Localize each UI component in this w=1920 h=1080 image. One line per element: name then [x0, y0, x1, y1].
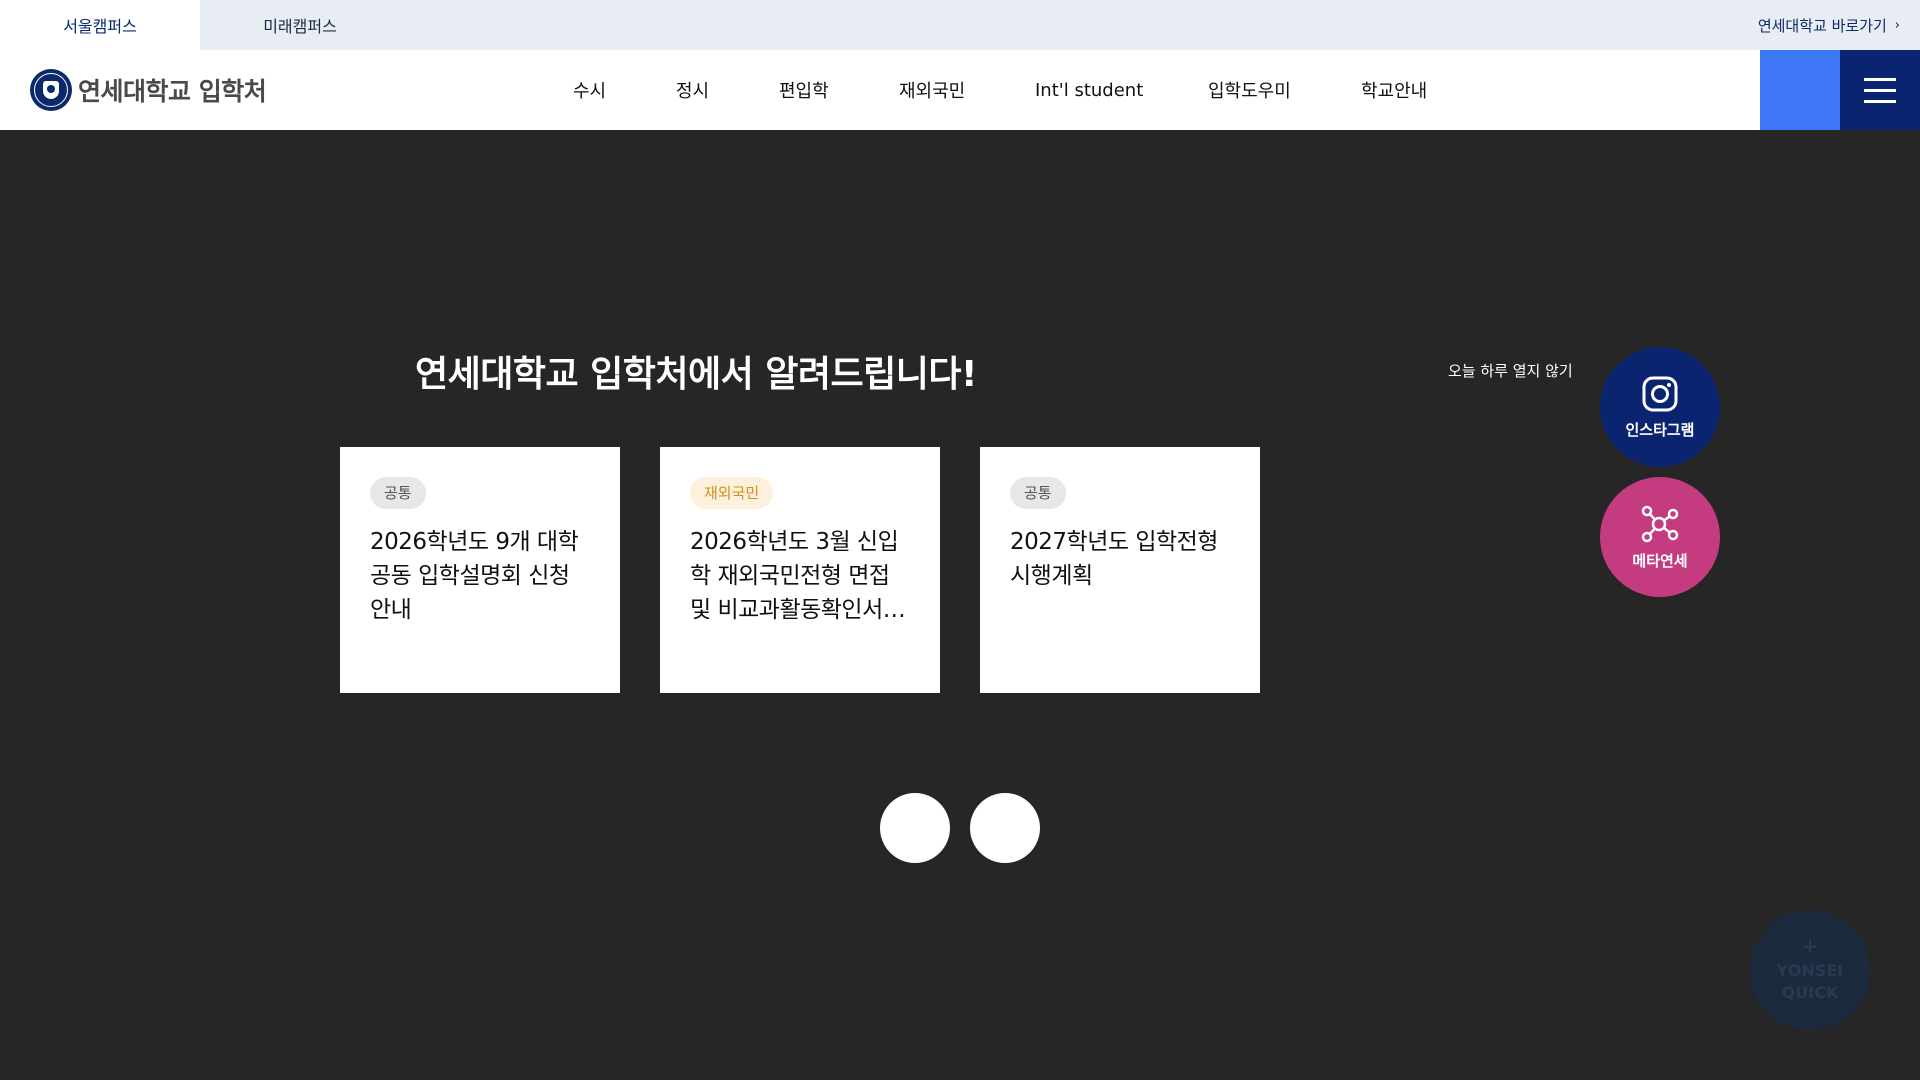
quick-label-line2: QUICK — [1781, 983, 1839, 1002]
nav-item-jeongsi[interactable]: 정시 — [676, 50, 709, 130]
carousel-prev-button[interactable] — [880, 793, 950, 863]
site-logo[interactable]: 연세대학교 입학처 — [30, 68, 267, 112]
notice-card-text: 2027학년도 입학전형 시행계획 — [1010, 529, 1218, 589]
notice-popup-title: 연세대학교 입학처에서 알려드립니다! — [415, 354, 977, 395]
category-badge: 재외국민 — [690, 477, 774, 509]
site-header: 연세대학교 입학처 수시 정시 편입학 재외국민 Int'l student 입… — [0, 50, 1920, 130]
close-today-button[interactable]: 오늘 하루 열지 않기 — [1448, 360, 1573, 381]
notice-card[interactable]: 재외국민 2026학년도 3월 신입학 재외국민전형 면접 및 비교과활동확인서… — [660, 447, 940, 693]
notice-card-text: 2026학년도 9개 대학 공동 입학설명회 신청 안내 — [370, 529, 579, 623]
nav-item-susi[interactable]: 수시 — [573, 50, 606, 130]
instagram-icon — [1642, 376, 1678, 411]
nav-item-admission-helper[interactable]: 입학도우미 — [1208, 50, 1291, 130]
logo-text: 연세대학교 입학처 — [78, 77, 267, 106]
instagram-button[interactable]: 인스타그램 — [1600, 347, 1720, 467]
yonsei-emblem-icon — [30, 69, 72, 111]
nav-item-intl-student[interactable]: Int'l student — [1035, 50, 1143, 130]
category-badge: 공통 — [370, 477, 426, 509]
tab-future-campus[interactable]: 미래캠퍼스 — [200, 0, 400, 50]
notice-card[interactable]: 공통 2026학년도 9개 대학 공동 입학설명회 신청 안내 — [340, 447, 620, 693]
hamburger-line-icon — [1864, 99, 1896, 103]
hamburger-line-icon — [1864, 88, 1896, 92]
nav-item-transfer[interactable]: 편입학 — [779, 50, 829, 130]
header-accent-button[interactable] — [1760, 50, 1840, 130]
main-nav: 수시 정시 편입학 재외국민 Int'l student 입학도우미 학교안내 — [0, 50, 1920, 130]
nav-item-overseas[interactable]: 재외국민 — [899, 50, 965, 130]
yonsei-quick-button[interactable]: + YONSEI QUICK — [1750, 910, 1870, 1030]
quick-label-line1: YONSEI — [1776, 961, 1844, 980]
category-badge: 공통 — [1010, 477, 1066, 509]
campus-topbar: 서울캠퍼스 미래캠퍼스 연세대학교 바로가기 › — [0, 0, 1920, 50]
notice-card[interactable]: 공통 2027학년도 입학전형 시행계획 — [980, 447, 1260, 693]
chevron-right-icon: › — [1894, 17, 1900, 33]
nav-item-school-info[interactable]: 학교안내 — [1361, 50, 1427, 130]
instagram-label: 인스타그램 — [1625, 420, 1695, 439]
plus-icon: + — [1801, 934, 1819, 958]
hamburger-line-icon — [1864, 77, 1896, 81]
network-nodes-icon — [1641, 505, 1679, 542]
tab-seoul-campus[interactable]: 서울캠퍼스 — [0, 0, 200, 50]
carousel-next-button[interactable] — [970, 793, 1040, 863]
meta-yonsei-button[interactable]: 메타연세 — [1600, 477, 1720, 597]
hamburger-menu-button[interactable] — [1840, 50, 1920, 130]
yonsei-shortcut-label: 연세대학교 바로가기 — [1757, 16, 1887, 35]
yonsei-shortcut-link[interactable]: 연세대학교 바로가기 › — [1758, 0, 1900, 50]
notice-card-text: 2026학년도 3월 신입학 재외국민전형 면접 및 비교과활동확인서… — [690, 529, 906, 623]
meta-yonsei-label: 메타연세 — [1632, 551, 1688, 570]
